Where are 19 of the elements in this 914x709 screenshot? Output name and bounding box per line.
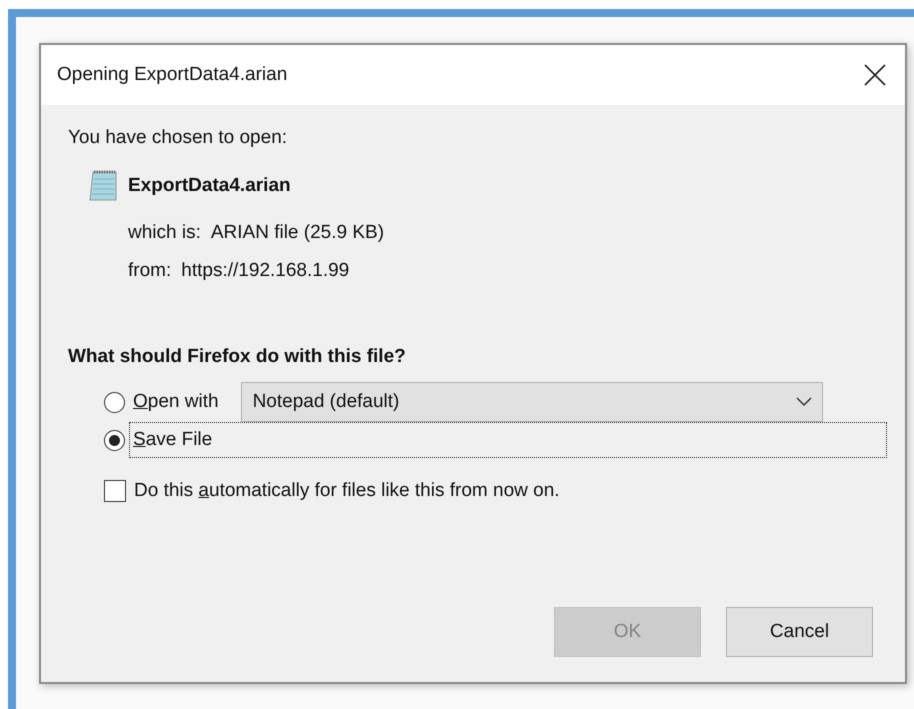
app-dropdown[interactable]: Notepad (default) xyxy=(240,382,823,422)
window-title: Opening ExportData4.arian xyxy=(57,64,288,86)
from-value: https://192.168.1.99 xyxy=(181,260,350,282)
chevron-down-icon xyxy=(796,397,812,407)
from-label: from: xyxy=(128,260,172,282)
type-value: ARIAN file (25.9 KB) xyxy=(210,222,384,244)
radio-button[interactable] xyxy=(104,430,125,450)
file-name: ExportData4.arian xyxy=(128,174,291,196)
intro-text: You have chosen to open: xyxy=(68,127,288,149)
cancel-button[interactable]: Cancel xyxy=(726,607,873,657)
checkbox[interactable] xyxy=(104,480,126,502)
option-label[interactable]: Open with xyxy=(129,384,223,420)
close-icon[interactable] xyxy=(863,63,887,87)
question-text: What should Firefox do with this file? xyxy=(68,346,407,368)
radio-button[interactable] xyxy=(104,392,125,412)
option-label[interactable]: Save File xyxy=(129,422,887,458)
checkbox-label: Do this automatically for files like this from now on. xyxy=(134,480,560,502)
type-label: which is: xyxy=(128,222,201,244)
notepad-icon xyxy=(88,169,118,202)
